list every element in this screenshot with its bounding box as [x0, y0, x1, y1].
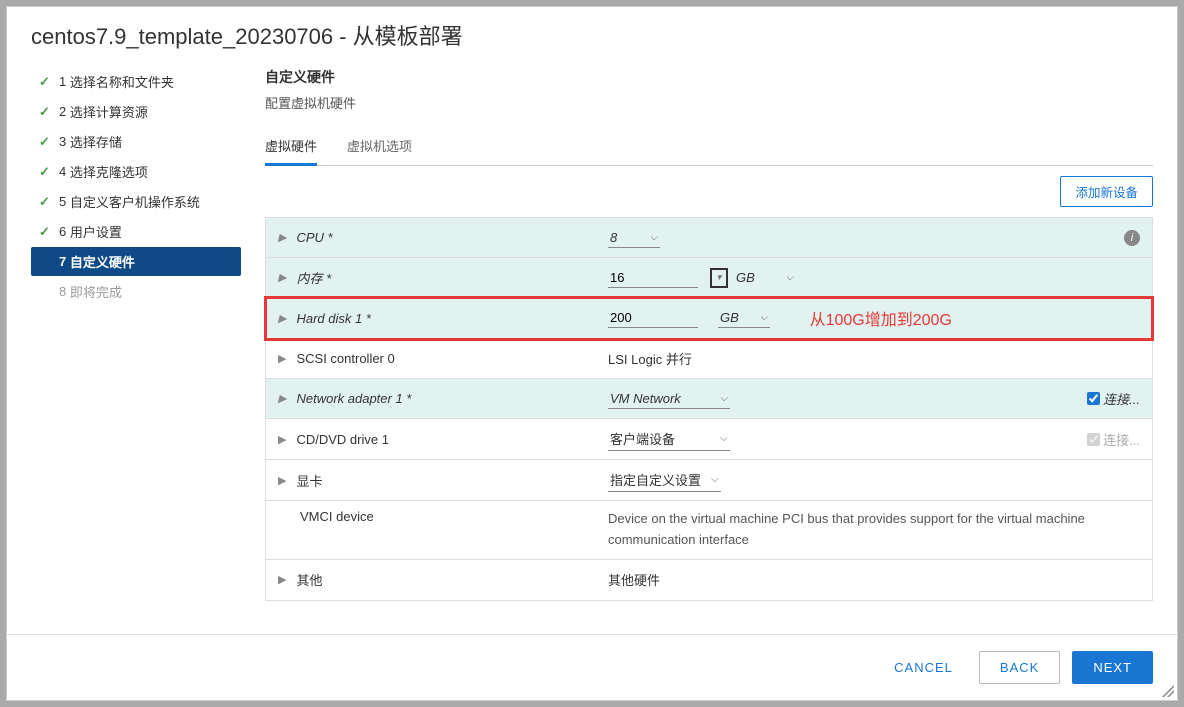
dialog-title: centos7.9_template_20230706 - 从模板部署: [7, 7, 1177, 59]
tab-virtual-hardware[interactable]: 虚拟硬件: [265, 128, 317, 166]
memory-stepper[interactable]: ▾: [710, 268, 728, 288]
step-compute-resource[interactable]: 2 选择计算资源: [31, 97, 241, 126]
step-user-settings[interactable]: 6 用户设置: [31, 217, 241, 246]
chevron-right-icon[interactable]: ▶: [278, 312, 286, 325]
row-video-card: ▶显卡 指定自定义设置⌵: [266, 460, 1152, 501]
row-vmci: VMCI device Device on the virtual machin…: [266, 501, 1152, 560]
row-network-adapter: ▶Network adapter 1 * VM Network⌵ 连接...: [266, 379, 1152, 419]
info-icon[interactable]: i: [1124, 230, 1140, 246]
video-card-select[interactable]: 指定自定义设置⌵: [608, 468, 721, 492]
chevron-down-icon[interactable]: ⌵: [786, 272, 794, 283]
step-clone-options[interactable]: 4 选择克隆选项: [31, 157, 241, 186]
cd-dvd-select[interactable]: 客户端设备⌵: [608, 427, 730, 451]
chevron-right-icon[interactable]: ▶: [278, 474, 286, 487]
chevron-right-icon[interactable]: ▶: [278, 392, 286, 405]
step-ready-complete: 8 即将完成: [31, 277, 241, 306]
row-scsi-controller: ▶SCSI controller 0 LSI Logic 并行: [266, 339, 1152, 379]
chevron-right-icon[interactable]: ▶: [278, 573, 286, 586]
tab-bar: 虚拟硬件 虚拟机选项: [265, 128, 1153, 166]
step-customize-hardware[interactable]: 7 自定义硬件: [31, 247, 241, 276]
hard-disk-unit-select[interactable]: GB⌵: [718, 308, 770, 328]
row-cpu: ▶CPU * 8⌵ i: [266, 218, 1152, 258]
step-name-folder[interactable]: 1 选择名称和文件夹: [31, 67, 241, 96]
dialog-footer: CANCEL BACK NEXT: [7, 634, 1177, 700]
row-hard-disk: ▶Hard disk 1 * GB⌵ 从100G增加到200G: [266, 298, 1152, 339]
chevron-down-icon: ⌵: [650, 232, 658, 243]
row-other: ▶其他 其他硬件: [266, 560, 1152, 600]
chevron-down-icon: ⌵: [720, 393, 728, 404]
back-button[interactable]: BACK: [979, 651, 1060, 684]
section-title: 自定义硬件: [265, 59, 1153, 87]
network-connect-checkbox[interactable]: [1087, 392, 1100, 405]
tab-vm-options[interactable]: 虚拟机选项: [347, 128, 412, 165]
hard-disk-size-input[interactable]: [608, 308, 698, 328]
cancel-button[interactable]: CANCEL: [880, 652, 967, 683]
chevron-right-icon[interactable]: ▶: [278, 271, 286, 284]
add-device-button[interactable]: 添加新设备: [1060, 176, 1153, 207]
wizard-steps: 1 选择名称和文件夹 2 选择计算资源 3 选择存储 4 选择克隆选项 5 自定…: [31, 59, 241, 634]
section-subtitle: 配置虚拟机硬件: [265, 87, 1153, 122]
chevron-right-icon[interactable]: ▶: [278, 433, 286, 446]
chevron-right-icon[interactable]: ▶: [278, 231, 286, 244]
annotation-text: 从100G增加到200G: [810, 306, 952, 330]
resize-handle[interactable]: [1162, 685, 1174, 697]
next-button[interactable]: NEXT: [1072, 651, 1153, 684]
chevron-down-icon: ⌵: [711, 474, 719, 485]
deploy-template-dialog: centos7.9_template_20230706 - 从模板部署 1 选择…: [6, 6, 1178, 701]
chevron-right-icon[interactable]: ▶: [278, 352, 286, 365]
network-select[interactable]: VM Network⌵: [608, 389, 730, 409]
step-guest-os[interactable]: 5 自定义客户机操作系统: [31, 187, 241, 216]
row-memory: ▶内存 * ▾ GB⌵: [266, 258, 1152, 298]
row-cd-dvd: ▶CD/DVD drive 1 客户端设备⌵ 连接...: [266, 419, 1152, 460]
cpu-select[interactable]: 8⌵: [608, 228, 660, 248]
chevron-down-icon: ⌵: [720, 433, 728, 444]
hardware-grid: ▶CPU * 8⌵ i ▶内存 * ▾ GB⌵ ▶Hard disk 1 *: [265, 217, 1153, 601]
step-storage[interactable]: 3 选择存储: [31, 127, 241, 156]
chevron-down-icon: ⌵: [760, 312, 768, 323]
memory-input[interactable]: [608, 268, 698, 288]
cd-connect-checkbox: [1087, 433, 1100, 446]
